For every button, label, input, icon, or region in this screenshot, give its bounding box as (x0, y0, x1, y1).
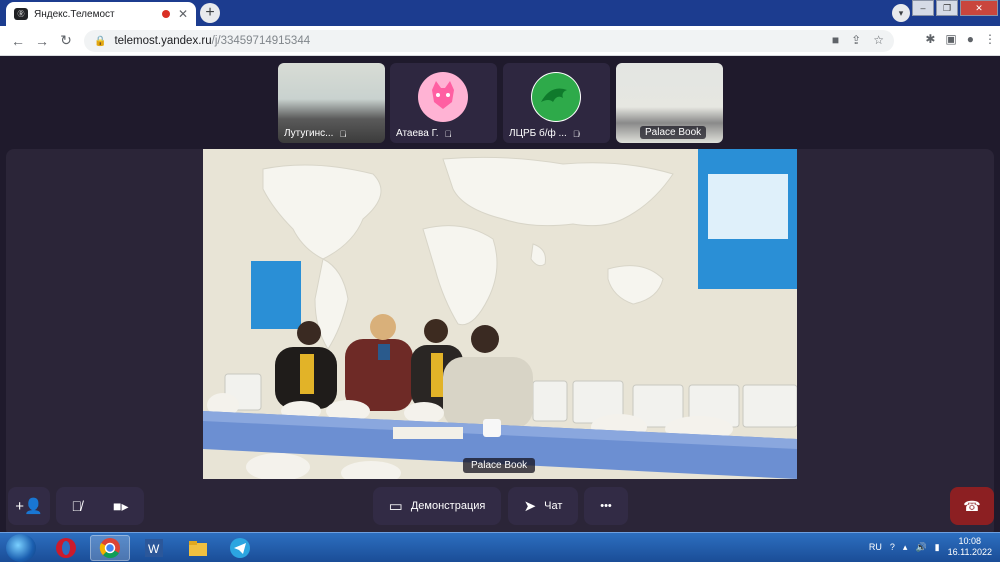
volume-icon[interactable]: 🔊 (915, 542, 926, 553)
minimize-button[interactable]: – (912, 0, 934, 16)
lock-icon: 🔒 (94, 35, 107, 47)
start-button[interactable] (6, 534, 36, 562)
new-tab-button[interactable]: + (200, 3, 220, 23)
main-video (203, 149, 797, 479)
show-hidden-icons-icon[interactable]: ▴ (903, 542, 908, 553)
forward-icon[interactable]: → (30, 33, 54, 49)
browser-tab[interactable]: Ⓡ Яндекс.Телемост ✕ (6, 2, 196, 26)
url-host: telemost.yandex.ru (114, 35, 212, 47)
extensions-icon[interactable]: ✱ (925, 32, 935, 46)
dolphin-avatar-icon (531, 72, 581, 122)
tab-search-button[interactable]: ▾ (892, 4, 910, 22)
more-options-button[interactable]: ••• (584, 487, 628, 525)
telemost-favicon-icon: Ⓡ (14, 8, 28, 20)
back-icon[interactable]: ← (6, 33, 30, 49)
system-tray: RU ? ▴ 🔊 ▮ 10:08 16.11.2022 (869, 536, 992, 558)
opera-app-icon[interactable] (46, 535, 86, 561)
microphone-muted-icon[interactable]: 🎙̸ (72, 498, 83, 514)
help-icon[interactable]: ? (890, 542, 895, 552)
tab-title: Яндекс.Телемост (34, 8, 115, 20)
participant-name: ЛЦРБ б/ф ... (509, 128, 567, 139)
screen-share-icon: ▭ (388, 498, 403, 515)
participant-tile[interactable]: Атаева Г. 🎙̸ (390, 63, 497, 143)
clock[interactable]: 10:08 16.11.2022 (948, 536, 992, 558)
bookmark-star-icon[interactable]: ☆ (873, 33, 884, 47)
clock-date: 16.11.2022 (947, 547, 992, 557)
screen-share-label: Демонстрация (410, 500, 486, 512)
camera-icon[interactable]: ■▸ (113, 498, 128, 515)
word-app-icon[interactable]: W (134, 535, 174, 561)
browser-menu-icon[interactable]: ⋮ (984, 32, 996, 46)
reload-icon[interactable]: ↻ (54, 32, 78, 49)
svg-text:W: W (148, 542, 160, 556)
participant-name: Атаева Г. (396, 128, 439, 139)
mic-muted-icon: 🎙̸ (572, 128, 580, 139)
participant-tile[interactable]: ЛЦРБ б/ф ... 🎙̸ (503, 63, 610, 143)
hang-up-phone-icon: ☎ (963, 497, 981, 514)
browser-toolbar: ← → ↻ 🔒 telemost.yandex.ru /j/3345971491… (0, 26, 1000, 56)
address-bar[interactable]: 🔒 telemost.yandex.ru /j/33459714915344 ■… (84, 30, 894, 52)
browser-tab-strip: Ⓡ Яндекс.Телемост ✕ + ▾ – ❐ ✕ (0, 0, 1000, 26)
participant-name: Лутугинс... (284, 128, 334, 139)
maximize-button[interactable]: ❐ (936, 0, 958, 16)
end-call-button[interactable]: ☎ (950, 487, 994, 525)
clock-time: 10:08 (958, 536, 982, 546)
media-controls: 🎙̸ ■▸ (56, 487, 144, 525)
language-indicator[interactable]: RU (869, 542, 882, 552)
share-icon[interactable]: ⇪ (851, 33, 861, 47)
fox-avatar-icon (418, 72, 468, 122)
add-user-icon: +👤 (15, 498, 43, 515)
camera-permission-icon[interactable]: ■ (832, 33, 839, 47)
invite-participant-button[interactable]: +👤 (8, 487, 50, 525)
url-path: /j/33459714915344 (211, 35, 311, 47)
telegram-app-icon[interactable] (220, 535, 260, 561)
mic-muted-icon: 🎙̸ (444, 128, 452, 139)
participant-name: Palace Book (640, 126, 707, 139)
participant-tile[interactable]: Лутугинс... 🎙̸ (278, 63, 385, 143)
mic-muted-icon: 🎙̸ (339, 128, 347, 139)
recording-indicator-icon (161, 10, 170, 18)
network-signal-icon[interactable]: ▮ (935, 542, 940, 553)
speaker-name-tag: Palace Book (463, 458, 536, 473)
chrome-app-icon[interactable] (90, 535, 130, 561)
close-window-button[interactable]: ✕ (960, 0, 998, 16)
file-explorer-app-icon[interactable] (178, 535, 218, 561)
screen-share-button[interactable]: ▭ Демонстрация (373, 487, 501, 525)
more-options-icon: ••• (600, 500, 612, 512)
profile-avatar-icon[interactable]: ● (967, 32, 974, 46)
chat-button[interactable]: ➤ Чат (508, 487, 578, 525)
side-panel-icon[interactable]: ▣ (945, 32, 956, 46)
chat-label: Чат (544, 500, 563, 512)
window-controls: – ❐ ✕ (910, 0, 998, 16)
windows-taskbar: W RU ? ▴ 🔊 ▮ 10:08 16.11.2022 (0, 532, 1000, 562)
close-tab-icon[interactable]: ✕ (178, 7, 188, 21)
participant-tile[interactable]: Palace Book (616, 63, 723, 143)
chat-send-icon: ➤ (523, 498, 537, 515)
